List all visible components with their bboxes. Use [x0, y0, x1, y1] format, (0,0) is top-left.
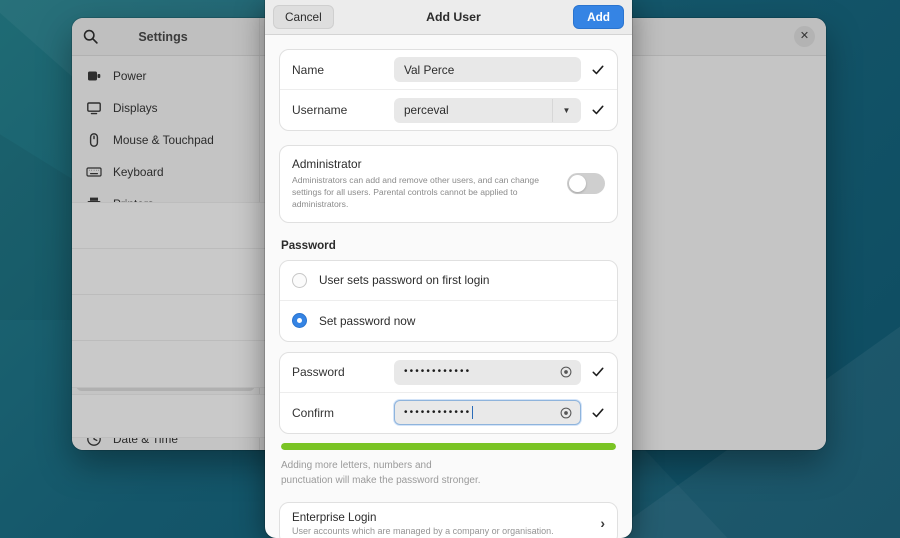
confirm-input-value: •••••••••••• — [404, 406, 472, 418]
dialog-body: Name Val Perce Username perceval ▼ Admin… — [265, 35, 632, 538]
option-label: Set password now — [319, 313, 416, 328]
desktop-background: Settings ✕ Power Displays Mouse & Touchp… — [0, 0, 900, 538]
confirm-row: Confirm •••••••••••• — [280, 393, 617, 433]
settings-title: Settings — [138, 29, 188, 44]
check-icon — [591, 406, 605, 420]
option-label: User sets password on first login — [319, 273, 490, 288]
username-input-value: perceval — [404, 103, 449, 117]
password-label: Password — [292, 365, 345, 380]
display-icon — [86, 100, 102, 116]
username-row: Username perceval ▼ — [280, 90, 617, 130]
eye-icon[interactable] — [559, 365, 573, 379]
administrator-description: Administrators can add and remove other … — [292, 175, 539, 210]
power-icon — [86, 68, 102, 84]
text-caret — [472, 406, 474, 420]
enterprise-login-title: Enterprise Login — [292, 510, 377, 524]
enterprise-login-card[interactable]: Enterprise Login User accounts which are… — [279, 501, 618, 538]
add-button[interactable]: Add — [573, 5, 624, 29]
dialog-title: Add User — [426, 10, 481, 24]
radio-icon[interactable] — [292, 313, 307, 329]
check-icon — [591, 103, 605, 117]
sidebar-item-label: Keyboard — [113, 165, 164, 179]
name-input-value: Val Perce — [404, 62, 455, 77]
password-hint-line-2: punctuation will make the password stron… — [281, 474, 481, 486]
name-row: Name Val Perce — [280, 50, 617, 90]
password-hint: Adding more letters, numbers and punctua… — [281, 458, 616, 488]
dialog-headerbar: Cancel Add User Add — [265, 0, 632, 35]
enterprise-login-description: User accounts which are managed by a com… — [292, 525, 554, 536]
sidebar-item-mouse-touchpad[interactable]: Mouse & Touchpad — [76, 124, 255, 156]
password-hint-line-1: Adding more letters, numbers and — [281, 459, 432, 471]
administrator-toggle[interactable] — [567, 173, 605, 195]
search-icon[interactable] — [82, 28, 99, 45]
administrator-texts: Administrator Administrators can add and… — [292, 157, 557, 211]
sidebar-item-power[interactable]: Power — [76, 60, 255, 92]
chevron-right-icon: › — [600, 515, 605, 532]
chevron-down-icon[interactable]: ▼ — [552, 98, 580, 122]
check-icon — [591, 63, 605, 77]
password-input-value: •••••••••••• — [404, 366, 472, 378]
enterprise-texts: Enterprise Login User accounts which are… — [292, 511, 590, 536]
sidebar-item-label: Power — [113, 69, 147, 83]
password-strength-fill — [281, 442, 616, 450]
sidebar-item-displays[interactable]: Displays — [76, 92, 255, 124]
administrator-title: Administrator — [292, 157, 362, 171]
password-fields-card: Password •••••••••••• Confirm ••••••••••… — [279, 351, 618, 434]
eye-icon[interactable] — [559, 406, 573, 420]
password-section-heading: Password — [281, 238, 336, 252]
check-icon — [591, 365, 605, 379]
confirm-label: Confirm — [292, 405, 335, 420]
password-options-card: User sets password on first login Set pa… — [279, 259, 618, 342]
option-user-sets-password[interactable]: User sets password on first login — [280, 261, 617, 301]
administrator-card: Administrator Administrators can add and… — [279, 145, 618, 223]
sidebar-item-keyboard[interactable]: Keyboard — [76, 156, 255, 188]
radio-icon[interactable] — [292, 272, 307, 288]
sidebar-item-label: Mouse & Touchpad — [113, 133, 214, 147]
name-label: Name — [292, 62, 325, 77]
password-row: Password •••••••••••• — [280, 353, 617, 393]
close-icon[interactable]: ✕ — [794, 26, 815, 47]
settings-sidebar-header: Settings — [72, 18, 260, 55]
username-input[interactable]: perceval ▼ — [394, 97, 581, 123]
add-user-dialog[interactable]: Cancel Add User Add Name Val Perce Usern… — [265, 0, 632, 538]
keyboard-icon — [86, 164, 102, 180]
sidebar-item-label: Displays — [113, 101, 158, 115]
name-input[interactable]: Val Perce — [394, 57, 581, 82]
username-label: Username — [292, 103, 348, 117]
cancel-button[interactable]: Cancel — [273, 5, 334, 29]
password-input[interactable]: •••••••••••• — [394, 359, 581, 385]
password-strength-bar — [281, 442, 616, 450]
identity-card: Name Val Perce Username perceval ▼ — [279, 49, 618, 131]
mouse-icon — [86, 132, 102, 148]
confirm-input[interactable]: •••••••••••• — [394, 400, 581, 426]
option-set-password-now[interactable]: Set password now — [280, 301, 617, 341]
